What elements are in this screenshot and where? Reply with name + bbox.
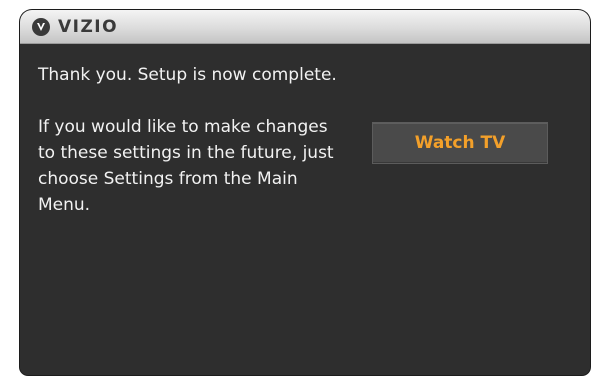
setup-complete-dialog: VIZIO Thank you. Setup is now complete. …: [20, 10, 590, 375]
setup-complete-text: Thank you. Setup is now complete.: [38, 65, 337, 85]
watch-tv-button[interactable]: Watch TV: [372, 122, 548, 164]
settings-hint-text: If you would like to make changes to the…: [38, 117, 334, 215]
brand-logo-text: VIZIO: [58, 17, 119, 37]
title-bar: VIZIO: [20, 10, 590, 44]
dialog-content: Thank you. Setup is now complete. If you…: [20, 44, 590, 375]
setup-message: Thank you. Setup is now complete. If you…: [38, 62, 338, 244]
vizio-v-logo-icon: [32, 18, 50, 36]
